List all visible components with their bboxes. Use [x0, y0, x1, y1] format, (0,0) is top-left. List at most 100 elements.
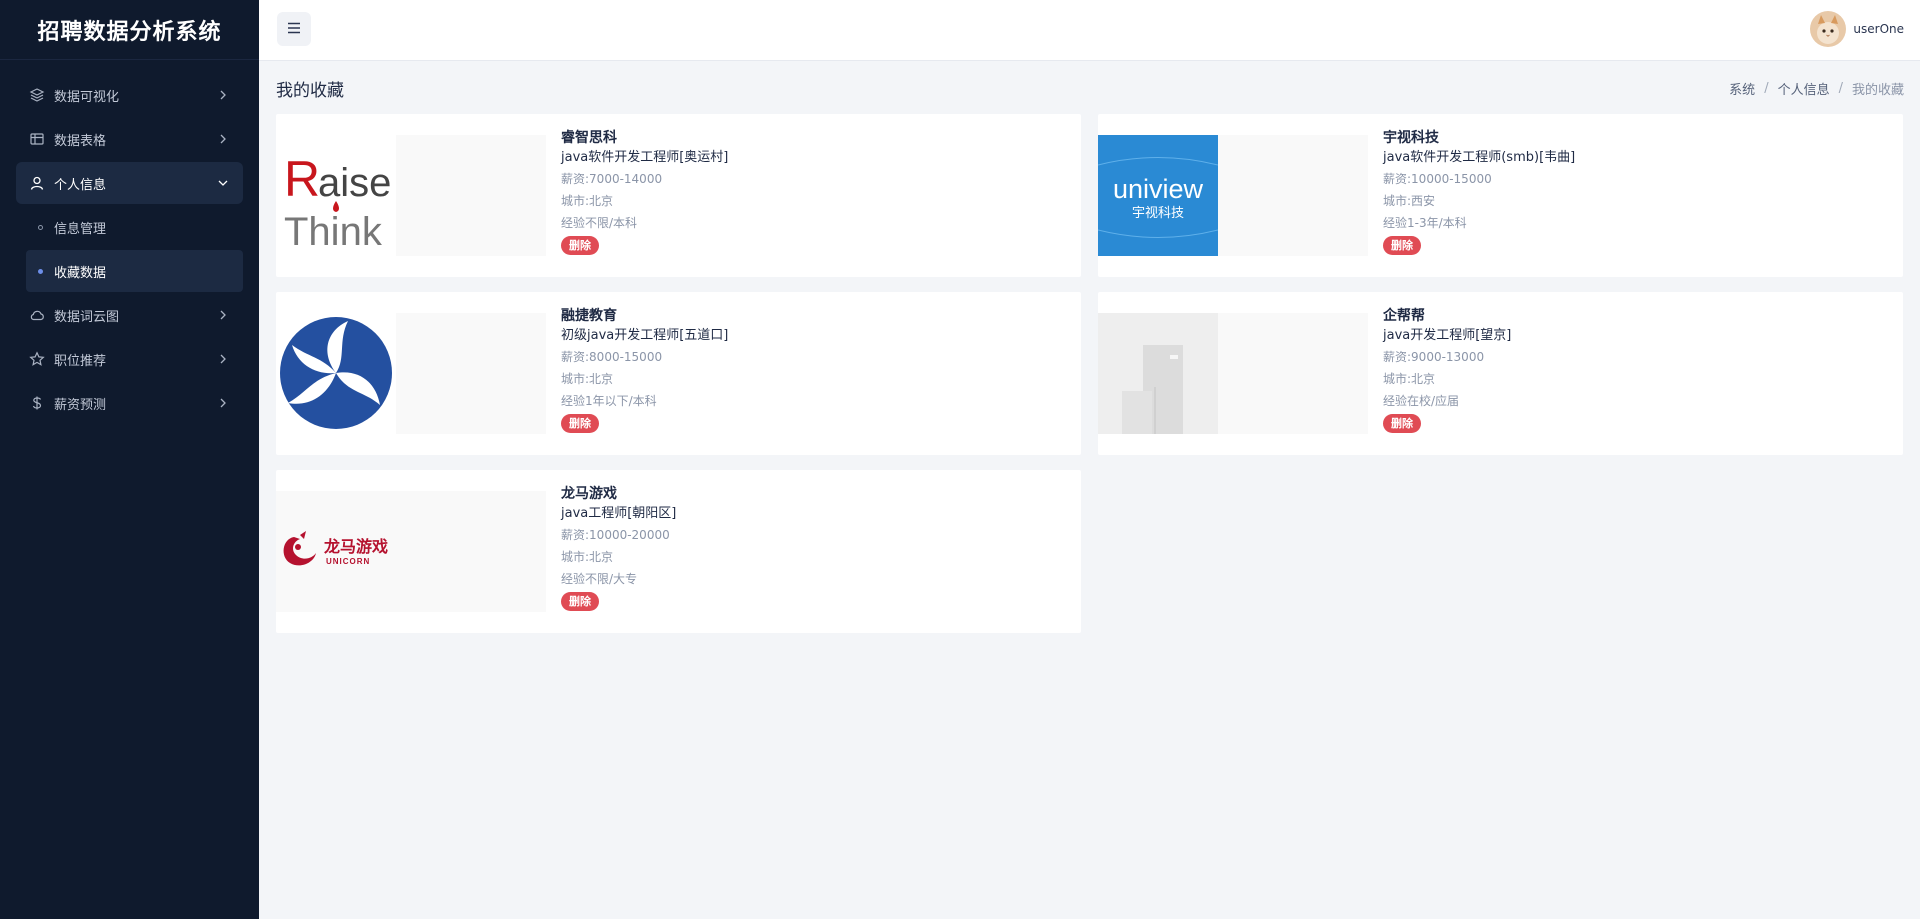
- job-info: 融捷教育 初级java开发工程师[五道口] 薪资:8000-15000 城市:北…: [561, 307, 728, 433]
- raise-think-logo: R aise Think: [276, 135, 396, 256]
- sidebar-item-word-cloud[interactable]: 数据词云图: [16, 294, 243, 336]
- favorite-card: 龙马游戏 UNICORN 龙马游戏 java工程师[朝阳区] 薪资:10000-…: [276, 470, 1081, 633]
- sidebar-item-job-recommend[interactable]: 职位推荐: [16, 338, 243, 380]
- chevron-down-icon: [215, 175, 231, 191]
- sidebar-item-data-visualization[interactable]: 数据可视化: [16, 74, 243, 116]
- experience: 经验在校/应届: [1383, 394, 1460, 408]
- delete-button[interactable]: 删除: [1383, 236, 1421, 255]
- sidebar-item-data-table[interactable]: 数据表格: [16, 118, 243, 160]
- sidebar-item-label: 数据可视化: [54, 89, 120, 105]
- job-title[interactable]: java工程师[朝阳区]: [561, 504, 676, 524]
- salary: 薪资:10000-20000: [561, 528, 670, 542]
- sidebar-item-label: 数据词云图: [54, 309, 120, 325]
- cloud-icon: [28, 306, 46, 324]
- svg-text:Think: Think: [284, 210, 383, 254]
- job-title[interactable]: 初级java开发工程师[五道口]: [561, 326, 728, 346]
- city: 城市:北京: [561, 550, 614, 564]
- job-info: 企帮帮 java开发工程师[望京] 薪资:9000-13000 城市:北京 经验…: [1383, 307, 1511, 433]
- sidebar-item-label: 薪资预测: [54, 397, 107, 413]
- sidebar-subitem-favorites[interactable]: 收藏数据: [26, 250, 243, 292]
- company-name[interactable]: 龙马游戏: [561, 485, 676, 503]
- experience: 经验不限/大专: [561, 572, 638, 586]
- breadcrumb-item-current: 我的收藏: [1851, 83, 1904, 98]
- favorite-card: 企帮帮 java开发工程师[望京] 薪资:9000-13000 城市:北京 经验…: [1098, 292, 1903, 455]
- company-name[interactable]: 睿智思科: [561, 129, 728, 147]
- delete-button[interactable]: 删除: [561, 236, 599, 255]
- favorite-card: 融捷教育 初级java开发工程师[五道口] 薪资:8000-15000 城市:北…: [276, 292, 1081, 455]
- sidebar-subitem-label: 信息管理: [54, 221, 107, 237]
- layers-icon: [28, 86, 46, 104]
- sidebar-item-label: 个人信息: [54, 177, 107, 193]
- city: 城市:北京: [561, 372, 614, 386]
- city: 城市:北京: [561, 194, 614, 208]
- uniview-logo-text: uniview: [1113, 174, 1204, 204]
- menu-icon: [286, 20, 302, 39]
- sidebar-toggle-button[interactable]: [277, 12, 311, 46]
- company-thumbnail: 龙马游戏 UNICORN: [276, 491, 546, 612]
- job-info: 龙马游戏 java工程师[朝阳区] 薪资:10000-20000 城市:北京 经…: [561, 485, 676, 611]
- longma-logo: 龙马游戏 UNICORN: [276, 491, 396, 612]
- longma-logo-text: 龙马游戏: [323, 537, 388, 556]
- job-info: 睿智思科 java软件开发工程师[奥运村] 薪资:7000-14000 城市:北…: [561, 129, 728, 255]
- salary: 薪资:9000-13000: [1383, 350, 1485, 364]
- delete-button[interactable]: 删除: [561, 592, 599, 611]
- delete-button[interactable]: 删除: [561, 414, 599, 433]
- city: 城市:北京: [1383, 372, 1436, 386]
- salary: 薪资:7000-14000: [561, 172, 663, 186]
- svg-text:R: R: [284, 151, 320, 207]
- breadcrumb: 系统 / 个人信息 / 我的收藏: [1729, 79, 1904, 98]
- user-menu[interactable]: userOne: [1810, 11, 1904, 47]
- page-title: 我的收藏: [276, 81, 344, 101]
- sidebar-subitem-info-management[interactable]: 信息管理: [26, 206, 243, 248]
- company-name[interactable]: 企帮帮: [1383, 307, 1511, 325]
- job-title[interactable]: java开发工程师[望京]: [1383, 326, 1511, 346]
- city: 城市:西安: [1383, 194, 1436, 208]
- chevron-right-icon: [215, 87, 231, 103]
- star-icon: [28, 350, 46, 368]
- bullet-icon: [38, 269, 43, 274]
- app-title: 招聘数据分析系统: [0, 0, 259, 60]
- username[interactable]: userOne: [1853, 22, 1904, 36]
- uniview-logo-subtext: 宇视科技: [1132, 206, 1184, 221]
- salary: 薪资:8000-15000: [561, 350, 663, 364]
- breadcrumb-item-personal-info[interactable]: 个人信息: [1778, 79, 1830, 98]
- top-header: userOne: [259, 0, 1920, 61]
- company-thumbnail: [276, 313, 546, 434]
- company-name[interactable]: 宇视科技: [1383, 129, 1575, 147]
- favorite-card: uniview 宇视科技 宇视科技 java软件开发工程师(smb)[韦曲] 薪…: [1098, 114, 1903, 277]
- company-thumbnail: [1098, 313, 1368, 434]
- sidebar-item-label: 数据表格: [54, 133, 107, 149]
- avatar[interactable]: [1810, 11, 1847, 47]
- company-name[interactable]: 融捷教育: [561, 307, 728, 325]
- rongjie-logo: [276, 313, 396, 434]
- user-icon: [28, 174, 46, 192]
- company-thumbnail: R aise Think: [276, 135, 546, 256]
- experience: 经验1-3年/本科: [1383, 216, 1467, 230]
- dollar-icon: [28, 394, 46, 412]
- sidebar-item-label: 职位推荐: [54, 353, 107, 369]
- experience: 经验1年以下/本科: [561, 394, 657, 408]
- building-placeholder-logo: [1098, 313, 1218, 434]
- delete-button[interactable]: 删除: [1383, 414, 1421, 433]
- table-icon: [28, 130, 46, 148]
- chevron-right-icon: [215, 395, 231, 411]
- salary: 薪资:10000-15000: [1383, 172, 1492, 186]
- job-title[interactable]: java软件开发工程师(smb)[韦曲]: [1383, 148, 1575, 168]
- sidebar: 招聘数据分析系统 数据可视化 数据表格 个人信息 信息管理 收藏数据 数据词云图…: [0, 0, 259, 919]
- chevron-right-icon: [215, 131, 231, 147]
- sidebar-menu: 数据可视化 数据表格 个人信息 信息管理 收藏数据 数据词云图 职位推荐 薪资预…: [0, 60, 259, 424]
- bullet-icon: [38, 225, 43, 230]
- uniview-logo: uniview 宇视科技: [1098, 135, 1218, 256]
- sidebar-item-personal-info[interactable]: 个人信息: [16, 162, 243, 204]
- chevron-right-icon: [215, 351, 231, 367]
- longma-logo-subtext: UNICORN: [326, 557, 370, 566]
- breadcrumb-item-system[interactable]: 系统: [1729, 79, 1755, 98]
- company-thumbnail: uniview 宇视科技: [1098, 135, 1368, 256]
- sidebar-subitem-label: 收藏数据: [54, 265, 107, 281]
- sidebar-item-salary-predict[interactable]: 薪资预测: [16, 382, 243, 424]
- job-info: 宇视科技 java软件开发工程师(smb)[韦曲] 薪资:10000-15000…: [1383, 129, 1575, 255]
- favorite-card: R aise Think 睿智思科 java软件开发工程师[奥运村] 薪资:70…: [276, 114, 1081, 277]
- svg-text:aise: aise: [318, 161, 391, 205]
- chevron-right-icon: [215, 307, 231, 323]
- job-title[interactable]: java软件开发工程师[奥运村]: [561, 148, 728, 168]
